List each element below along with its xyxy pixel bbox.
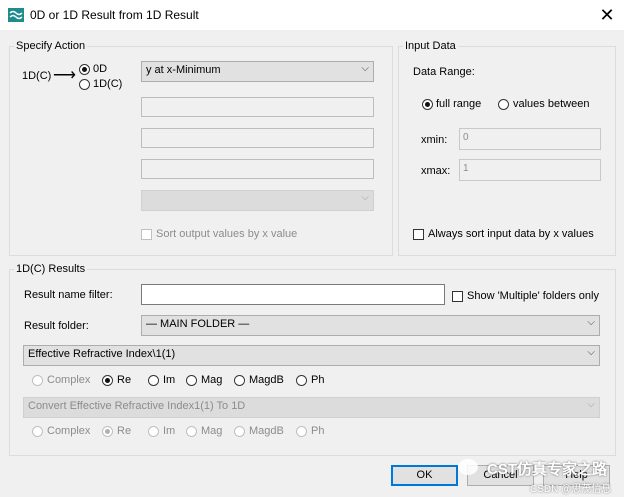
result-select[interactable]: Effective Refractive Index\1(1) ⌵	[23, 345, 600, 366]
values-between-radio[interactable]	[498, 99, 509, 110]
name-filter-input[interactable]	[141, 284, 445, 305]
component1-magdb-label: MagdB	[249, 374, 284, 386]
folder-label: Result folder:	[24, 320, 89, 332]
show-multiple-label: Show 'Multiple' folders only	[467, 290, 599, 302]
input-data-legend: Input Data	[403, 40, 458, 52]
result-value: Effective Refractive Index\1(1)	[28, 348, 176, 360]
component1-ph-label: Ph	[311, 374, 325, 386]
chevron-down-icon: ⌵	[361, 63, 369, 74]
show-multiple-checkbox[interactable]	[452, 291, 463, 302]
param-field-3	[141, 159, 374, 179]
xmax-label: xmax:	[421, 165, 451, 177]
component2-ph-radio	[296, 426, 307, 437]
option-0d-label: 0D	[93, 63, 108, 75]
component1-re-radio[interactable]	[102, 375, 113, 386]
values-between-label: values between	[513, 98, 590, 110]
component2-re-radio	[102, 426, 113, 437]
xmin-label: xmin:	[421, 134, 448, 146]
wave-icon	[8, 8, 24, 22]
source-label: 1D(C)	[22, 70, 52, 82]
name-filter-label: Result name filter:	[24, 289, 113, 301]
component2-im-radio	[148, 426, 159, 437]
component1-mag-radio[interactable]	[186, 375, 197, 386]
window-title: 0D or 1D Result from 1D Result	[30, 8, 199, 22]
param-field-1	[141, 97, 374, 117]
sort-output-checkbox	[141, 229, 152, 240]
component2-mag-label: Mag	[201, 425, 223, 437]
component2-mag-radio	[186, 426, 197, 437]
watermark-line1: CST仿真专家之路	[487, 461, 608, 478]
close-icon[interactable]: ✕	[596, 4, 618, 26]
chevron-down-icon: ⌵	[361, 192, 369, 203]
component1-magdb-radio[interactable]	[234, 375, 245, 386]
component1-im-label: Im	[163, 374, 176, 386]
option-0d-radio[interactable]	[79, 64, 90, 75]
ok-button[interactable]: OK	[391, 465, 458, 486]
component1-complex-radio	[32, 375, 43, 386]
component1-re-label: Re	[117, 374, 132, 386]
data-range-label: Data Range:	[413, 66, 475, 78]
always-sort-checkbox[interactable]	[413, 229, 424, 240]
watermark-logo-icon	[458, 459, 478, 475]
xmin-input: 0	[459, 128, 601, 150]
full-range-label: full range	[436, 98, 482, 110]
folder-value: — MAIN FOLDER —	[146, 318, 250, 330]
component1-mag-label: Mag	[201, 374, 223, 386]
results-legend: 1D(C) Results	[14, 263, 88, 275]
component1-ph-radio[interactable]	[296, 375, 307, 386]
convert-value: Convert Effective Refractive Index1(1) T…	[28, 400, 246, 412]
operation-value: y at x-Minimum	[146, 64, 221, 76]
sort-output-label: Sort output values by x value	[156, 228, 298, 240]
specify-action-legend: Specify Action	[14, 40, 88, 52]
always-sort-label: Always sort input data by x values	[428, 228, 594, 240]
component2-magdb-label: MagdB	[249, 425, 284, 437]
component2-re-label: Re	[117, 425, 132, 437]
param-select: ⌵	[141, 190, 374, 211]
convert-select: Convert Effective Refractive Index1(1) T…	[23, 397, 600, 418]
watermark-line2: CSDN @思茂信息	[530, 484, 612, 495]
component1-complex-label: Complex	[47, 374, 91, 386]
chevron-down-icon: ⌵	[587, 399, 595, 410]
component2-complex-label: Complex	[47, 425, 91, 437]
xmax-input: 1	[459, 159, 601, 181]
component2-ph-label: Ph	[311, 425, 325, 437]
option-1dc-radio[interactable]	[79, 79, 90, 90]
component2-complex-radio	[32, 426, 43, 437]
full-range-radio[interactable]	[422, 99, 433, 110]
folder-select[interactable]: — MAIN FOLDER — ⌵	[141, 315, 600, 336]
component1-im-radio[interactable]	[148, 375, 159, 386]
option-1dc-label: 1D(C)	[93, 78, 123, 90]
component2-im-label: Im	[163, 425, 176, 437]
chevron-down-icon: ⌵	[587, 347, 595, 358]
chevron-down-icon: ⌵	[587, 317, 595, 328]
param-field-2	[141, 128, 374, 148]
component2-magdb-radio	[234, 426, 245, 437]
arrow-right-icon: ⟶	[53, 67, 76, 84]
operation-select[interactable]: y at x-Minimum ⌵	[141, 61, 374, 82]
